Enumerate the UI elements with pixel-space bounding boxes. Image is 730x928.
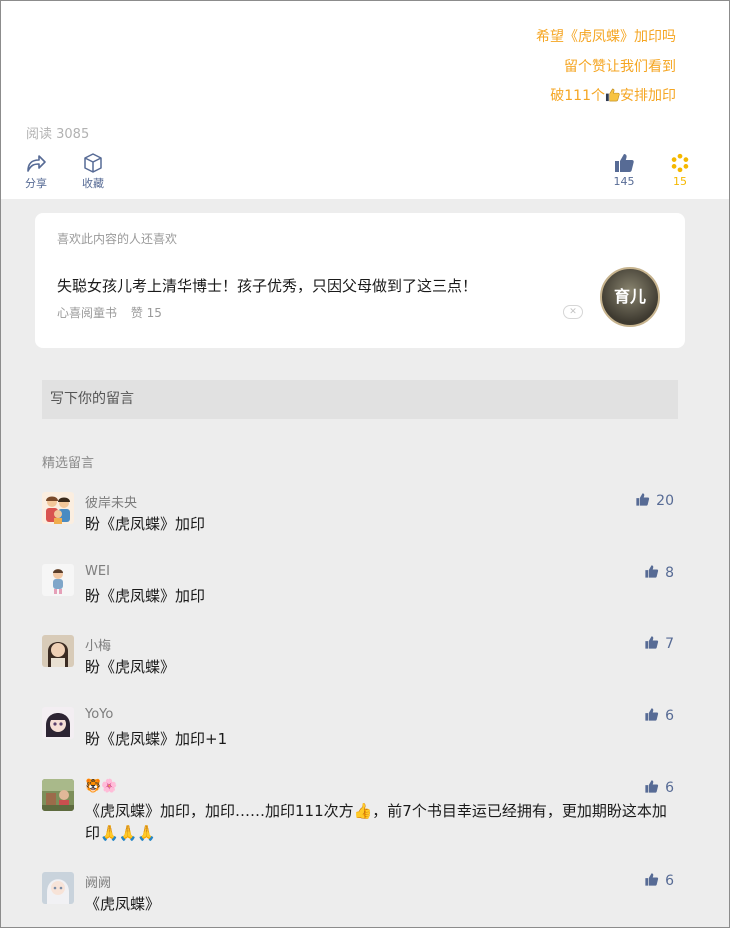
favorite-button[interactable]: 收藏 bbox=[82, 153, 104, 191]
comments-header: 精选留言 bbox=[42, 456, 95, 471]
comment-author: YoYo bbox=[85, 707, 114, 722]
wow-flower-icon bbox=[671, 153, 689, 173]
thumbs-up-icon bbox=[645, 873, 659, 886]
comment-item: 彼岸未央 盼《虎凤蝶》加印 20 bbox=[42, 492, 682, 533]
comment-text: 盼《虎凤蝶》加印 bbox=[85, 587, 206, 605]
thumbs-up-icon bbox=[645, 780, 659, 793]
comment-item: 小梅 盼《虎凤蝶》 7 bbox=[42, 635, 682, 676]
thumbs-up-icon bbox=[645, 708, 659, 721]
comment-author: 🐯🌸 bbox=[85, 779, 118, 794]
box-icon bbox=[84, 153, 102, 173]
comment-like-button[interactable]: 6 bbox=[644, 779, 674, 796]
promo-line-3-b: 安排加印 bbox=[620, 88, 676, 104]
comment-like-button[interactable]: 7 bbox=[644, 635, 674, 652]
share-icon bbox=[27, 155, 46, 172]
recommend-title[interactable]: 失聪女孩儿考上清华博士！孩子优秀，只因父母做到了这三点！ bbox=[57, 275, 477, 296]
comment-like-button[interactable]: 8 bbox=[644, 564, 674, 581]
like-count: 145 bbox=[613, 175, 635, 188]
comment-like-button[interactable]: 6 bbox=[644, 707, 674, 724]
promo-line-1: 希望《虎凤蝶》加印吗 bbox=[536, 29, 676, 45]
promo-line-3: 破111个 安排加印 bbox=[536, 82, 676, 112]
family-avatar[interactable] bbox=[42, 492, 74, 524]
comment-like-count: 6 bbox=[665, 708, 674, 724]
comment-item: WEI 盼《虎凤蝶》加印 8 bbox=[42, 564, 682, 605]
comment-author: WEI bbox=[85, 564, 110, 579]
comment-like-button[interactable]: 6 bbox=[644, 872, 674, 889]
comment-like-count: 6 bbox=[665, 873, 674, 889]
comment-text: 《虎凤蝶》加印，加印……加印111次方👍，前7个书目幸运已经拥有，更加期盼这本加… bbox=[85, 802, 667, 842]
comment-like-count: 6 bbox=[665, 780, 674, 796]
anime-girl-avatar[interactable] bbox=[42, 707, 74, 739]
comment-text: 盼《虎凤蝶》加印 bbox=[85, 515, 206, 533]
comment-text: 《虎凤蝶》 bbox=[85, 895, 161, 913]
comment-text: 盼《虎凤蝶》 bbox=[85, 658, 176, 676]
wow-count: 15 bbox=[673, 175, 687, 188]
thumbs-up-emoji-icon bbox=[605, 88, 620, 102]
wow-button[interactable]: 15 bbox=[669, 153, 691, 188]
like-button[interactable]: 145 bbox=[613, 153, 635, 188]
comment-like-count: 8 bbox=[665, 565, 674, 581]
thumbs-up-icon bbox=[636, 493, 650, 506]
recommend-source: 心喜阅童书 bbox=[57, 306, 118, 320]
comment-author: 彼岸未央 bbox=[85, 496, 138, 511]
promo-line-2: 留个赞让我们看到 bbox=[564, 58, 676, 75]
comment-like-count: 20 bbox=[656, 493, 674, 509]
share-button[interactable]: 分享 bbox=[25, 153, 47, 191]
comment-author: 阙阙 bbox=[85, 876, 112, 891]
article-footer: 希望《虎凤蝶》加印吗 留个赞让我们看到 破111个 安排加印 阅读 3085 分享… bbox=[1, 1, 729, 199]
article-page: 希望《虎凤蝶》加印吗 留个赞让我们看到 破111个 安排加印 阅读 3085 分享… bbox=[0, 0, 730, 928]
thumbs-up-icon bbox=[645, 636, 659, 649]
comment-like-button[interactable]: 20 bbox=[635, 492, 674, 509]
close-icon[interactable]: ✕ bbox=[563, 305, 583, 319]
comment-item: 🐯🌸 《虎凤蝶》加印，加印……加印111次方👍，前7个书目幸运已经拥有，更加期盼… bbox=[42, 779, 682, 843]
child-avatar[interactable] bbox=[42, 564, 74, 596]
outdoor-avatar[interactable] bbox=[42, 779, 74, 811]
recommend-card[interactable]: 喜欢此内容的人还喜欢 失聪女孩儿考上清华博士！孩子优秀，只因父母做到了这三点！ … bbox=[35, 213, 685, 348]
woman-avatar[interactable] bbox=[42, 635, 74, 667]
comment-input[interactable]: 写下你的留言 bbox=[42, 380, 678, 419]
recommend-likes: 赞 15 bbox=[130, 306, 162, 320]
thumbs-up-icon bbox=[645, 565, 659, 578]
favorite-label: 收藏 bbox=[82, 177, 104, 190]
read-count: 阅读 3085 bbox=[26, 127, 90, 142]
recommend-meta: 心喜阅童书 赞 15 bbox=[57, 304, 172, 321]
comment-text: 盼《虎凤蝶》加印+1 bbox=[85, 730, 228, 748]
comment-item: YoYo 盼《虎凤蝶》加印+1 6 bbox=[42, 707, 682, 748]
promo-text: 希望《虎凤蝶》加印吗 留个赞让我们看到 破111个 安排加印 bbox=[536, 23, 676, 112]
promo-line-3-a: 破111个 bbox=[550, 88, 605, 104]
cartoon-girl-avatar[interactable] bbox=[42, 872, 74, 904]
comment-author: 小梅 bbox=[85, 639, 112, 654]
comment-item: 阙阙 《虎凤蝶》 6 bbox=[42, 872, 682, 913]
comment-like-count: 7 bbox=[665, 636, 674, 652]
thumbs-up-icon bbox=[615, 154, 634, 172]
recommend-thumbnail[interactable]: 育儿 bbox=[600, 267, 660, 327]
share-label: 分享 bbox=[25, 177, 47, 190]
recommend-header: 喜欢此内容的人还喜欢 bbox=[57, 232, 178, 246]
